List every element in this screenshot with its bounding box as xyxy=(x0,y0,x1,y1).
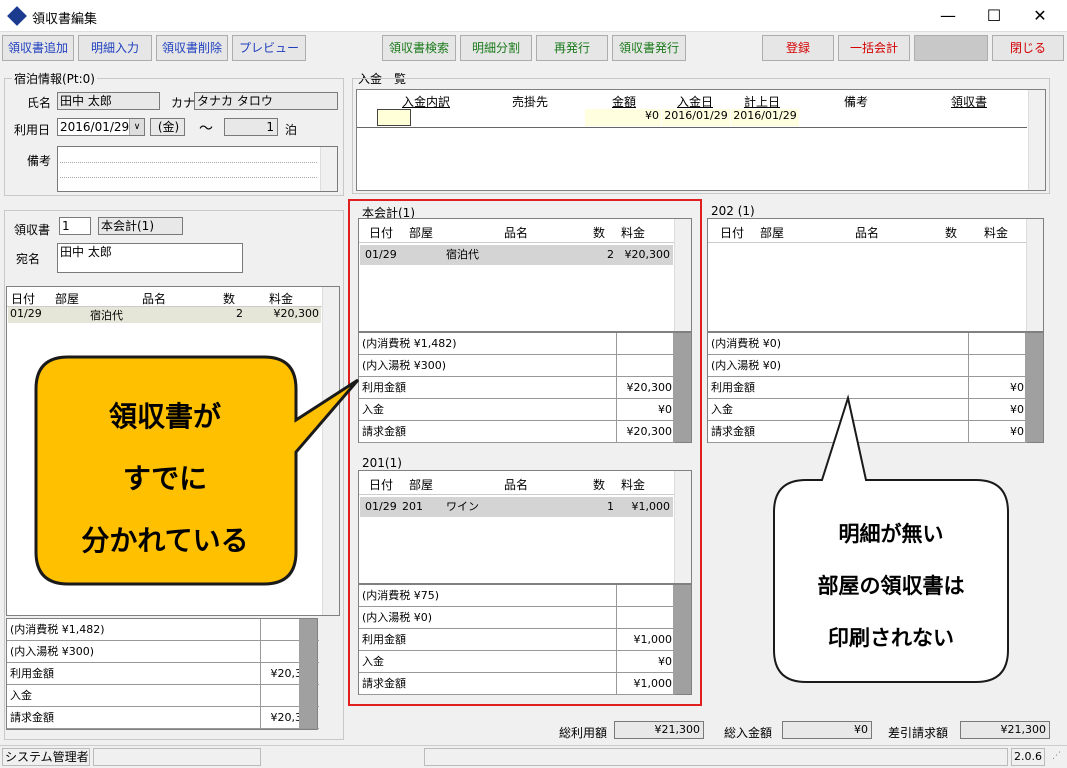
callout2-line2: 部屋の領収書は xyxy=(817,574,965,598)
status-user: システム管理者 xyxy=(2,748,90,766)
callout1-line3: 分かれている xyxy=(81,524,249,557)
callout1-line1: 領収書が xyxy=(108,400,221,433)
status-version: 2.0.6 xyxy=(1011,748,1045,766)
callout2-text: 明細が無い 部屋の領収書は 印刷されない xyxy=(778,508,1004,664)
callout1-text: 領収書が すでに 分かれている xyxy=(40,386,290,572)
callout2-line3: 印刷されない xyxy=(828,626,954,650)
status-bar: システム管理者 2.0.6 ⋰ xyxy=(0,745,1067,768)
callout2-line1: 明細が無い xyxy=(838,522,944,546)
callout1-line2: すでに xyxy=(122,462,208,495)
status-panel-3 xyxy=(424,748,1008,766)
status-panel-2 xyxy=(93,748,261,766)
resize-grip-icon[interactable]: ⋰ xyxy=(1052,751,1061,761)
